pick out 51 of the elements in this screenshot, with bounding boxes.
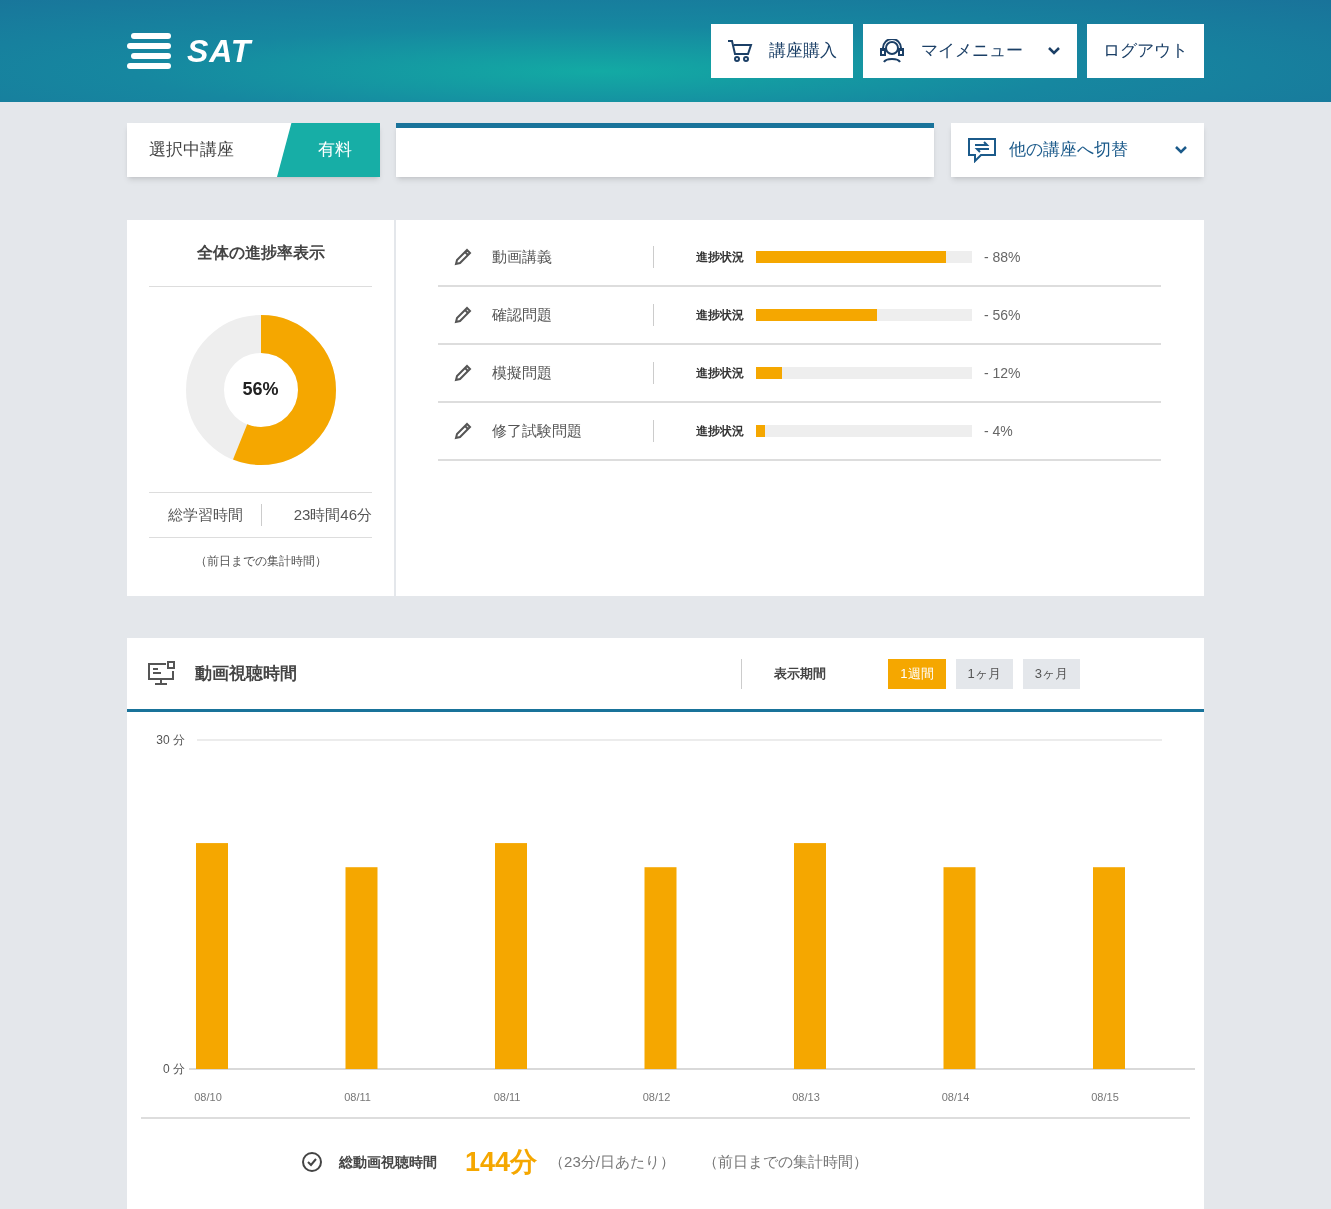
cart-icon: [727, 39, 753, 63]
study-time-label: 総学習時間: [149, 503, 262, 527]
pencil-icon: [454, 422, 472, 440]
section-title: 動画視聴時間: [195, 662, 297, 685]
progress-reading: - 56%: [984, 305, 1021, 325]
per-day-text: （23分/日あたり）: [549, 1151, 675, 1172]
paid-badge: 有料: [277, 123, 380, 177]
item-name: 確認問題: [492, 303, 654, 327]
status-label: 進捗状況: [696, 307, 744, 324]
x-tick-label: 08/13: [792, 1091, 820, 1103]
pencil-icon: [454, 248, 472, 266]
chat-switch-icon: [967, 137, 997, 163]
pencil-icon: [454, 364, 472, 382]
my-menu-dropdown[interactable]: マイメニュー: [863, 24, 1077, 78]
note-text: （前日までの集計時間）: [702, 1151, 868, 1172]
x-tick-label: 08/14: [941, 1091, 970, 1103]
progress-reading: - 4%: [984, 421, 1013, 441]
purchase-button[interactable]: 講座購入: [711, 24, 853, 78]
total-value: 144分: [465, 1145, 538, 1179]
y-tick-label: 0 分: [163, 1062, 185, 1076]
item-name: 動画講義: [492, 245, 654, 269]
progress-percent: 56%: [241, 378, 280, 401]
y-tick-label: 30 分: [156, 733, 185, 747]
total-label: 総動画視聴時間: [339, 1152, 437, 1172]
status-label: 進捗状況: [696, 423, 744, 440]
period-label: 表示期間: [774, 664, 827, 683]
item-name: 模擬問題: [492, 361, 654, 385]
x-tick-label: 08/15: [1091, 1091, 1119, 1103]
status-label: 進捗状況: [696, 249, 744, 266]
chevron-down-icon: [1174, 145, 1188, 155]
monitor-icon: [147, 660, 175, 687]
x-tick-label: 08/11: [344, 1091, 371, 1103]
course-label: 選択中講座: [148, 139, 235, 162]
headset-icon: [879, 39, 905, 63]
chevron-down-icon: [1047, 46, 1061, 56]
pencil-icon: [454, 306, 472, 324]
period-tab[interactable]: 3ヶ月: [1022, 658, 1080, 689]
course-switch-dropdown[interactable]: 他の講座へ切替: [951, 123, 1204, 177]
x-tick-label: 08/12: [642, 1091, 671, 1103]
logout-button[interactable]: ログアウト: [1087, 24, 1204, 78]
x-tick-label: 08/10: [194, 1091, 222, 1103]
x-tick-label: 08/11: [493, 1091, 521, 1103]
study-time-value: 23時間46分: [292, 504, 372, 525]
item-name: 修了試験問題: [492, 419, 654, 443]
note-text: （前日までの集計時間）: [193, 553, 328, 570]
progress-reading: - 88%: [984, 247, 1021, 267]
card-title: 全体の進捗率表示: [149, 220, 372, 287]
period-tab[interactable]: 1ヶ月: [955, 658, 1013, 689]
logo[interactable]: SAT: [187, 27, 252, 75]
progress-reading: - 12%: [984, 363, 1021, 383]
status-label: 進捗状況: [696, 365, 744, 382]
